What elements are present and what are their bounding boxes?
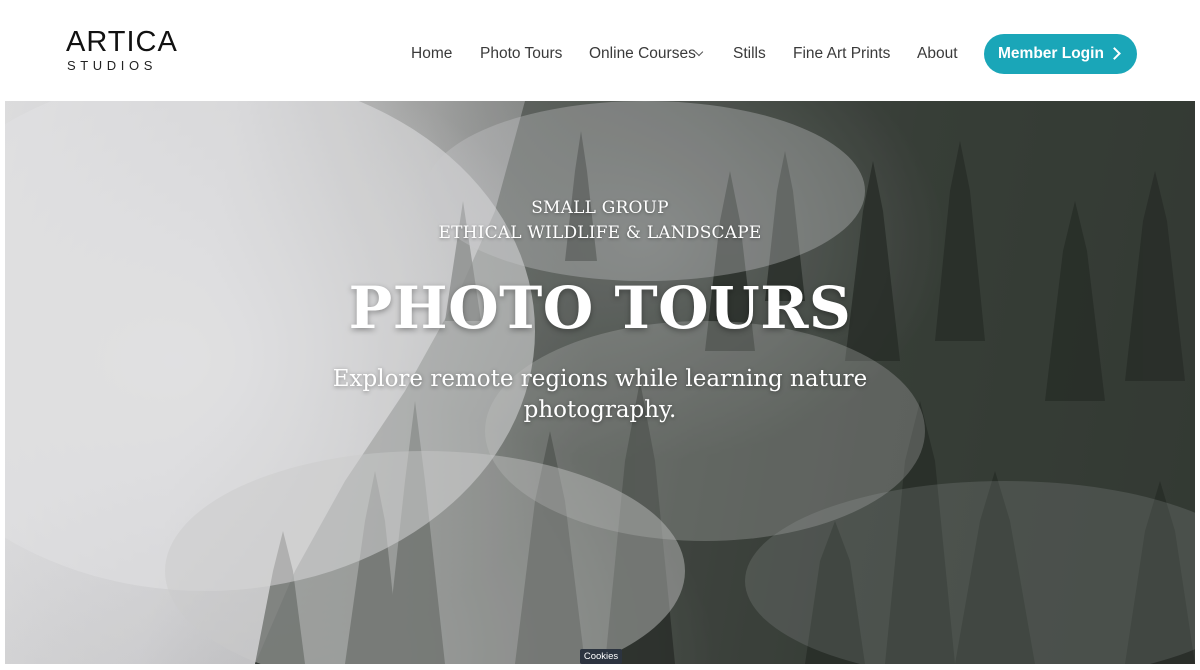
brand-name: ARTICA <box>66 26 178 58</box>
nav-item-online-courses-label: Online Courses <box>589 45 696 62</box>
nav-item-stills[interactable]: Stills <box>733 44 766 64</box>
chevron-down-icon[interactable] <box>694 47 704 57</box>
brand-subtitle: STUDIOS <box>67 58 157 73</box>
hero-content: SMALL GROUP ETHICAL WILDLIFE & LANDSCAPE… <box>5 101 1195 664</box>
member-login-button[interactable]: Member Login <box>984 34 1137 74</box>
hero-eyebrow-line2: ETHICAL WILDLIFE & LANDSCAPE <box>438 223 762 243</box>
chevron-right-icon <box>1108 47 1121 60</box>
hero-description-line1: Explore remote regions while learning na… <box>332 366 868 392</box>
page-bottom-edge <box>0 664 1200 670</box>
nav-item-about[interactable]: About <box>917 44 958 64</box>
brand-logo[interactable]: ARTICA STUDIOS <box>66 28 180 76</box>
hero-description: Explore remote regions while learning na… <box>325 364 875 426</box>
nav-item-home[interactable]: Home <box>411 44 452 64</box>
member-login-label: Member Login <box>998 45 1104 62</box>
nav-item-photo-tours[interactable]: Photo Tours <box>480 44 562 64</box>
hero-banner: SMALL GROUP ETHICAL WILDLIFE & LANDSCAPE… <box>5 101 1195 664</box>
site-header: ARTICA STUDIOS Home Photo Tours Online C… <box>0 0 1200 101</box>
nav-item-fine-art-prints[interactable]: Fine Art Prints <box>793 44 890 64</box>
cookies-button[interactable]: Cookies <box>580 649 622 664</box>
nav-item-online-courses[interactable]: Online Courses <box>589 44 696 64</box>
hero-eyebrow-line1: SMALL GROUP <box>531 198 669 218</box>
hero-description-line2: photography. <box>523 397 677 423</box>
hero-title: PHOTO TOURS <box>348 274 852 342</box>
